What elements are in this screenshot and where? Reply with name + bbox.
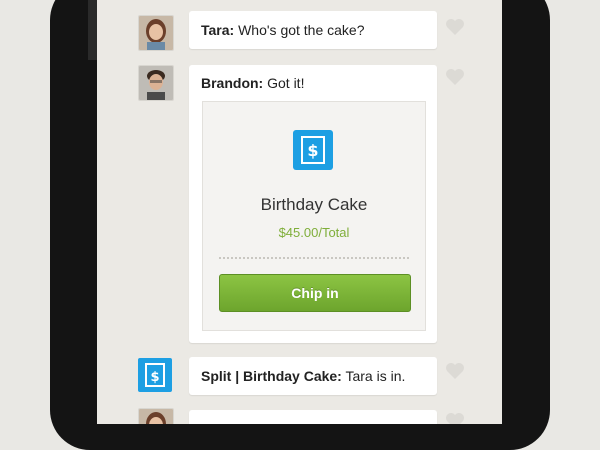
phone-side-button <box>88 0 97 60</box>
message-text: Split | Birthday Cake: Tara is in. <box>201 368 405 384</box>
receipt-card[interactable]: $ Birthday Cake $45.00/Total Chip in <box>202 101 426 331</box>
message-text: Tara: Who's got the cake? <box>201 22 365 38</box>
message-author: Tara: <box>201 22 235 38</box>
message-body: Tara is in. <box>341 368 406 384</box>
split-receipt-icon[interactable]: $ <box>138 358 172 392</box>
app-screen: Tara: Who's got the cake? Brandon: Got i… <box>97 0 502 424</box>
receipt-divider <box>219 257 409 259</box>
svg-text:$: $ <box>150 370 159 385</box>
avatar[interactable] <box>138 408 174 424</box>
message-body: Who's got the cake? <box>234 22 365 38</box>
message-author: Split | Birthday Cake: <box>201 368 342 384</box>
heart-icon[interactable] <box>444 360 466 382</box>
heart-icon[interactable] <box>444 410 466 424</box>
message-bubble <box>189 410 437 424</box>
message-bubble: Tara: Who's got the cake? <box>189 11 437 49</box>
receipt-amount: $45.00/Total <box>278 225 350 240</box>
message-text: Brandon: Got it! <box>201 75 304 91</box>
receipt-dollar-icon: $ <box>293 130 333 170</box>
message-bubble: Split | Birthday Cake: Tara is in. <box>189 357 437 395</box>
message-author: Brandon: <box>201 75 264 91</box>
avatar[interactable] <box>138 15 174 51</box>
chip-in-button[interactable]: Chip in <box>219 274 411 312</box>
svg-text:$: $ <box>307 141 318 160</box>
heart-icon[interactable] <box>444 66 466 88</box>
message-bubble: Brandon: Got it! $ Birthday Cake $45.00/… <box>189 65 437 343</box>
heart-icon[interactable] <box>444 16 466 38</box>
message-body: Got it! <box>263 75 305 91</box>
receipt-title: Birthday Cake <box>260 195 368 214</box>
avatar[interactable] <box>138 65 174 101</box>
chat-feed: Tara: Who's got the cake? Brandon: Got i… <box>132 0 502 424</box>
